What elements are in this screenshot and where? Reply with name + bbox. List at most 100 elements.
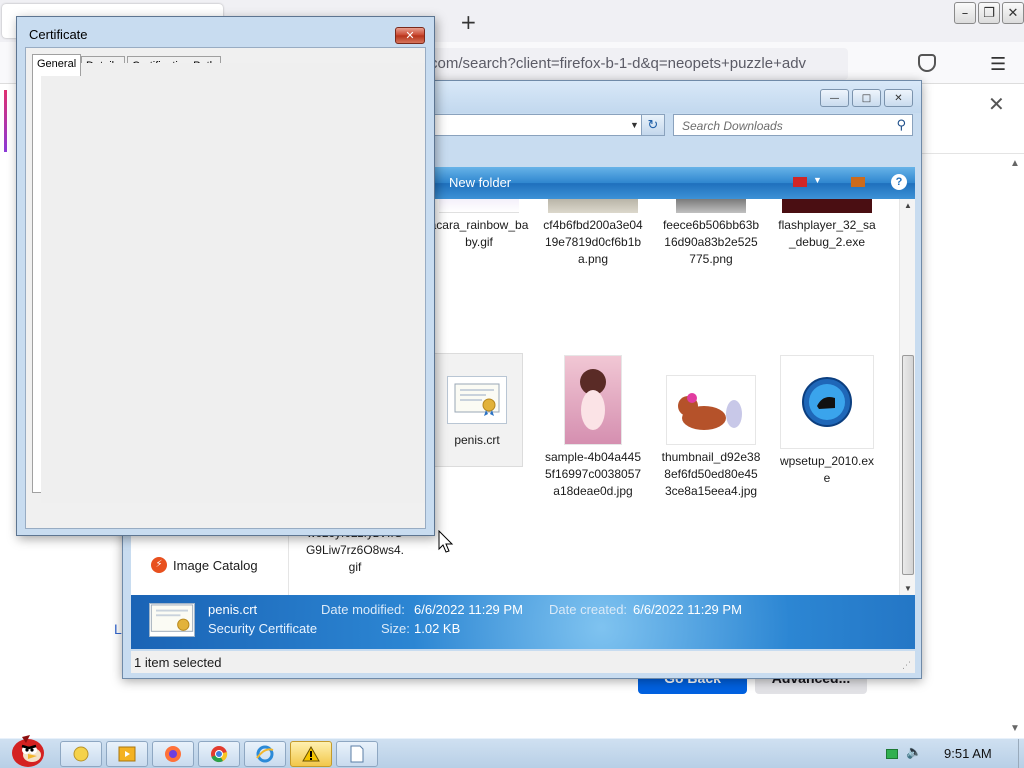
view-options-icon[interactable] bbox=[793, 177, 807, 187]
detail-file-type: Security Certificate bbox=[208, 621, 318, 636]
file-name: acara_rainbow_baby.gif bbox=[429, 218, 529, 249]
detail-date-modified: 6/6/2022 11:29 PM bbox=[414, 602, 523, 617]
sidebar-accent bbox=[4, 90, 7, 152]
url-text[interactable]: com/search?client=firefox-b-1-d&q=neopet… bbox=[430, 55, 820, 72]
resize-grip-icon[interactable]: ⋰ bbox=[902, 660, 911, 671]
file-item-selected[interactable]: penis.crt bbox=[431, 353, 523, 467]
detail-date-created-label: Date created: bbox=[549, 602, 628, 617]
notification-bar bbox=[922, 86, 1024, 154]
scroll-down-icon[interactable]: ▼ bbox=[904, 584, 912, 593]
file-name: flashplayer_32_sa_debug_2.exe bbox=[778, 218, 876, 249]
detail-size: 1.02 KB bbox=[414, 621, 461, 636]
search-input[interactable]: Search Downloads ⚲ bbox=[673, 114, 913, 136]
file-name: wpsetup_2010.exe bbox=[779, 454, 875, 485]
file-name: penis.crt bbox=[454, 433, 500, 447]
taskbar-ie-button[interactable] bbox=[244, 741, 286, 767]
file-name: sample-4b04a4455f16997c0038057a18deae0d.… bbox=[544, 450, 642, 498]
dialog-title: Certificate bbox=[29, 27, 88, 42]
page-link[interactable]: L bbox=[114, 621, 122, 637]
file-item[interactable]: thumbnail_d92e388ef6fd50ed80e453ce8a15ee… bbox=[661, 375, 761, 500]
search-icon[interactable]: ⚲ bbox=[896, 117, 906, 133]
scroll-up-icon[interactable]: ▲ bbox=[1010, 158, 1020, 169]
file-item[interactable]: cf4b6fbd200a3e0419e7819d0cf6b1ba.png bbox=[543, 199, 643, 268]
file-name: thumbnail_d92e388ef6fd50ed80e453ce8a15ee… bbox=[661, 450, 761, 498]
file-name: cf4b6fbd200a3e0419e7819d0cf6b1ba.png bbox=[543, 218, 643, 266]
chevron-down-icon[interactable]: ▼ bbox=[630, 120, 639, 130]
file-item[interactable]: wpsetup_2010.exe bbox=[777, 355, 877, 487]
file-thumbnail bbox=[676, 199, 746, 213]
new-folder-button[interactable]: New folder bbox=[449, 175, 511, 190]
taskbar-firefox-button[interactable] bbox=[152, 741, 194, 767]
minimize-icon[interactable]: — bbox=[820, 89, 849, 107]
file-thumbnail bbox=[439, 199, 519, 213]
file-item[interactable]: feece6b506bb63b16d90a83b2e525775.png bbox=[661, 199, 761, 268]
nav-item-label: Image Catalog bbox=[173, 557, 258, 573]
chrome-icon bbox=[211, 746, 228, 763]
firefox-icon bbox=[165, 746, 181, 762]
clock[interactable]: 9:51 AM bbox=[944, 746, 992, 761]
file-item[interactable]: acara_rainbow_baby.gif bbox=[429, 199, 529, 251]
close-icon[interactable]: ✕ bbox=[988, 92, 1005, 116]
warning-icon bbox=[302, 746, 320, 762]
volume-icon[interactable]: 🔈 bbox=[906, 744, 922, 760]
file-thumbnail bbox=[782, 199, 872, 213]
preview-pane-icon[interactable] bbox=[851, 177, 865, 187]
exe-file-icon bbox=[780, 355, 874, 449]
maximize-icon[interactable]: □ bbox=[852, 89, 881, 107]
file-name: feece6b506bb63b16d90a83b2e525775.png bbox=[662, 218, 760, 266]
dialog-window-controls: — □ ✕ bbox=[820, 89, 913, 107]
pocket-icon[interactable] bbox=[918, 54, 936, 72]
detail-date-created: 6/6/2022 11:29 PM bbox=[633, 602, 742, 617]
angry-bird-icon bbox=[12, 735, 44, 767]
file-item[interactable]: sample-4b04a4455f16997c0038057a18deae0d.… bbox=[543, 355, 643, 500]
firefox-window-controls: – ❐ ✕ bbox=[954, 2, 1024, 24]
image-thumbnail bbox=[564, 355, 622, 445]
taskbar-chrome-button[interactable] bbox=[198, 741, 240, 767]
nav-item-image-catalog[interactable]: ⚡ Image Catalog bbox=[151, 557, 258, 573]
tab-general[interactable]: General bbox=[32, 54, 82, 76]
taskbar-warning-button[interactable] bbox=[290, 741, 332, 767]
document-icon bbox=[350, 745, 364, 763]
certificate-file-icon bbox=[447, 376, 507, 424]
status-text: 1 item selected bbox=[134, 655, 222, 670]
image-thumbnail bbox=[666, 375, 756, 445]
file-view-scrollbar[interactable]: ▲ ▼ bbox=[899, 199, 915, 595]
show-desktop-button[interactable] bbox=[1018, 739, 1024, 768]
status-bar: 1 item selected ⋰ bbox=[131, 651, 915, 673]
certificate-file-icon bbox=[149, 603, 195, 637]
restore-icon[interactable]: ❐ bbox=[978, 2, 1000, 24]
close-icon[interactable]: ✕ bbox=[1002, 2, 1024, 24]
taskbar-folder-button[interactable] bbox=[60, 741, 102, 767]
detail-file-name: penis.crt bbox=[208, 602, 258, 617]
taskbar-media-button[interactable] bbox=[106, 741, 148, 767]
system-tray: 🔈 9:51 AM bbox=[876, 739, 1024, 768]
start-button[interactable] bbox=[4, 729, 48, 768]
new-tab-button[interactable]: + bbox=[460, 10, 477, 34]
help-icon[interactable]: ? bbox=[891, 174, 907, 190]
unpainted-region bbox=[41, 63, 425, 503]
internet-explorer-icon bbox=[256, 745, 274, 763]
chevron-down-icon[interactable]: ▼ bbox=[813, 175, 822, 185]
refresh-icon[interactable]: ↻ bbox=[641, 114, 665, 136]
network-icon[interactable] bbox=[886, 749, 898, 759]
taskbar-document-button[interactable] bbox=[336, 741, 378, 767]
scroll-down-icon[interactable]: ▼ bbox=[1010, 723, 1020, 734]
search-placeholder: Search Downloads bbox=[682, 119, 783, 133]
detail-date-modified-label: Date modified: bbox=[321, 602, 405, 617]
scrollbar-thumb[interactable] bbox=[902, 355, 914, 575]
close-icon[interactable]: ✕ bbox=[884, 89, 913, 107]
folder-icon bbox=[73, 746, 89, 762]
media-player-icon bbox=[118, 746, 136, 762]
minimize-icon[interactable]: – bbox=[954, 2, 976, 24]
close-icon[interactable]: ✕ bbox=[395, 27, 425, 44]
image-catalog-icon: ⚡ bbox=[151, 557, 167, 573]
details-pane: penis.crt Security Certificate Date modi… bbox=[131, 595, 915, 649]
certificate-dialog: Certificate ✕ General Details Certificat… bbox=[16, 16, 435, 536]
hamburger-menu-icon[interactable]: ☰ bbox=[990, 54, 1006, 75]
taskbar: 🔈 9:51 AM bbox=[0, 735, 1024, 768]
mouse-cursor-icon bbox=[438, 530, 454, 553]
file-thumbnail bbox=[548, 199, 638, 213]
scroll-up-icon[interactable]: ▲ bbox=[904, 201, 912, 210]
file-item[interactable]: flashplayer_32_sa_debug_2.exe bbox=[777, 199, 877, 251]
page-scrollbar[interactable]: ▲ ▼ bbox=[1006, 154, 1024, 738]
